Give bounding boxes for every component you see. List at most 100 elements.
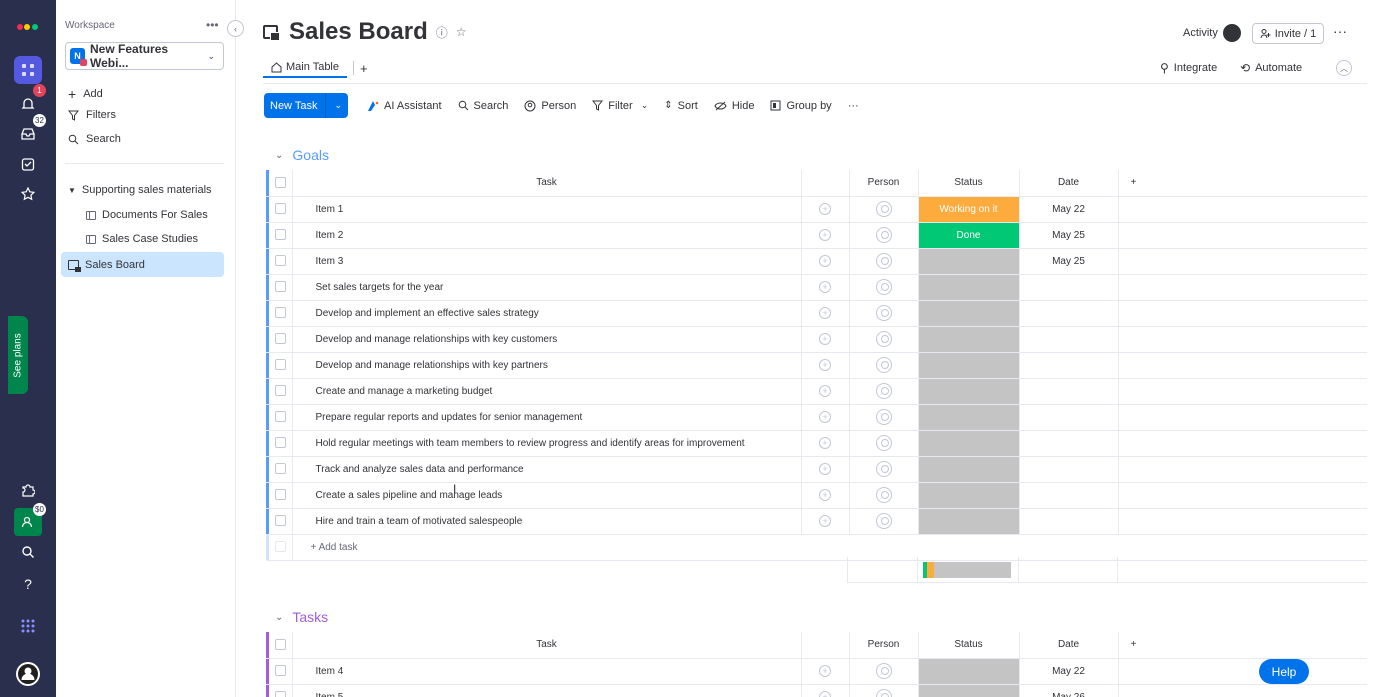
column-header-person[interactable]: Person <box>849 632 919 659</box>
date-cell[interactable]: May 25 <box>1019 222 1119 249</box>
status-cell[interactable] <box>918 482 1020 509</box>
group-by-button[interactable]: Group by <box>770 100 832 112</box>
row-checkbox[interactable] <box>269 508 293 535</box>
sidebar-item-sales-case-studies[interactable]: Sales Case Studies <box>86 233 198 245</box>
table-row[interactable]: Hold regular meetings with team members … <box>266 430 1367 457</box>
table-row[interactable]: Item 3 + May 25 <box>266 248 1367 275</box>
status-cell[interactable] <box>918 326 1020 353</box>
column-header-person[interactable]: Person <box>849 170 919 197</box>
table-row[interactable]: Develop and implement an effective sales… <box>266 300 1367 327</box>
row-checkbox[interactable] <box>269 274 293 301</box>
group-header-goals[interactable]: ⌄ Goals <box>275 147 329 163</box>
task-name-cell[interactable]: Item 4 <box>292 658 802 685</box>
integrations-puzzle-icon[interactable] <box>14 476 42 504</box>
see-plans-button[interactable]: See plans <box>8 316 28 394</box>
task-name-cell[interactable]: Create and manage a marketing budget <box>292 378 802 405</box>
date-cell[interactable] <box>1019 300 1119 327</box>
add-update-icon[interactable]: + <box>801 684 850 697</box>
status-cell[interactable] <box>918 430 1020 457</box>
table-row[interactable]: Develop and manage relationships with ke… <box>266 326 1367 353</box>
date-cell[interactable] <box>1019 352 1119 379</box>
add-item-button[interactable]: + Add <box>68 86 103 102</box>
row-checkbox[interactable] <box>269 658 293 685</box>
board-title[interactable]: Sales Board <box>289 18 428 46</box>
favorites-star-icon[interactable] <box>14 180 42 208</box>
user-avatar-icon[interactable] <box>14 660 42 688</box>
date-cell[interactable]: May 22 <box>1019 196 1119 223</box>
row-checkbox[interactable] <box>269 684 293 697</box>
date-cell[interactable] <box>1019 326 1119 353</box>
collapse-sidebar-button[interactable]: ‹ <box>227 20 244 37</box>
task-name-cell[interactable]: Hold regular meetings with team members … <box>292 430 802 457</box>
info-icon[interactable]: ⓘ <box>436 24 448 41</box>
row-checkbox[interactable] <box>269 482 293 509</box>
integrate-button[interactable]: ⚲ Integrate <box>1160 61 1217 75</box>
date-cell[interactable] <box>1019 404 1119 431</box>
more-options-icon[interactable]: ··· <box>1333 23 1347 39</box>
add-update-icon[interactable]: + <box>801 658 850 685</box>
person-cell[interactable] <box>849 508 919 535</box>
table-row[interactable]: Prepare regular reports and updates for … <box>266 404 1367 431</box>
table-row[interactable]: Track and analyze sales data and perform… <box>266 456 1367 483</box>
person-cell[interactable] <box>849 274 919 301</box>
product-switcher-icon[interactable] <box>14 612 42 640</box>
person-cell[interactable] <box>849 404 919 431</box>
workspace-search-button[interactable]: Search <box>68 133 121 145</box>
chevron-down-icon[interactable]: ⌄ <box>334 100 342 111</box>
row-checkbox[interactable] <box>269 326 293 353</box>
add-update-icon[interactable]: + <box>801 274 850 301</box>
filters-button[interactable]: Filters <box>68 109 116 121</box>
row-checkbox[interactable] <box>269 248 293 275</box>
task-name-cell[interactable]: Hire and train a team of motivated sales… <box>292 508 802 535</box>
monday-logo-icon[interactable] <box>14 10 42 38</box>
help-button[interactable]: Help <box>1259 659 1309 684</box>
status-cell[interactable] <box>918 248 1020 275</box>
status-cell[interactable] <box>918 658 1020 685</box>
person-filter-button[interactable]: Person <box>524 100 576 112</box>
add-update-icon[interactable]: + <box>801 508 850 535</box>
task-name-cell[interactable]: Item 2 <box>292 222 802 249</box>
collapse-header-button[interactable]: ︿ <box>1336 60 1352 76</box>
add-update-icon[interactable]: + <box>801 326 850 353</box>
filter-button[interactable]: Filter ⌄ <box>592 100 648 112</box>
column-header-date[interactable]: Date <box>1019 170 1119 197</box>
add-update-icon[interactable]: + <box>801 196 850 223</box>
task-name-cell[interactable]: Item 3 <box>292 248 802 275</box>
add-update-icon[interactable]: + <box>801 378 850 405</box>
date-cell[interactable]: May 26 <box>1019 684 1119 697</box>
add-column-button[interactable]: + <box>1118 632 1367 659</box>
date-cell[interactable] <box>1019 430 1119 457</box>
help-question-icon[interactable]: ? <box>14 570 42 598</box>
task-name-cell[interactable]: Track and analyze sales data and perform… <box>292 456 802 483</box>
sidebar-item-sales-board[interactable]: Sales Board <box>61 252 224 277</box>
date-cell[interactable] <box>1019 378 1119 405</box>
add-update-icon[interactable]: + <box>801 222 850 249</box>
status-cell[interactable] <box>918 456 1020 483</box>
status-cell[interactable]: Working on it <box>918 196 1020 223</box>
status-cell[interactable]: Done <box>918 222 1020 249</box>
add-update-icon[interactable]: + <box>801 300 850 327</box>
invite-button[interactable]: Invite / 1 <box>1252 23 1324 44</box>
date-cell[interactable] <box>1019 274 1119 301</box>
column-header-status[interactable]: Status <box>918 170 1020 197</box>
task-name-cell[interactable]: Prepare regular reports and updates for … <box>292 404 802 431</box>
table-row[interactable]: Create and manage a marketing budget + <box>266 378 1367 405</box>
task-name-cell[interactable]: Item 1 <box>292 196 802 223</box>
add-update-icon[interactable]: + <box>801 482 850 509</box>
status-cell[interactable] <box>918 378 1020 405</box>
table-row[interactable]: Develop and manage relationships with ke… <box>266 352 1367 379</box>
person-cell[interactable] <box>849 684 919 697</box>
status-cell[interactable] <box>918 508 1020 535</box>
person-cell[interactable] <box>849 222 919 249</box>
person-cell[interactable] <box>849 378 919 405</box>
column-header-date[interactable]: Date <box>1019 632 1119 659</box>
person-cell[interactable] <box>849 658 919 685</box>
status-cell[interactable] <box>918 404 1020 431</box>
person-cell[interactable] <box>849 352 919 379</box>
person-cell[interactable] <box>849 300 919 327</box>
folder-supporting-sales-materials[interactable]: ▼ Supporting sales materials <box>68 184 212 196</box>
select-all-checkbox[interactable] <box>269 632 293 659</box>
table-row[interactable]: Item 1 + Working on it May 22 <box>266 196 1367 223</box>
task-name-cell[interactable]: Develop and manage relationships with ke… <box>292 326 802 353</box>
row-checkbox[interactable] <box>269 430 293 457</box>
